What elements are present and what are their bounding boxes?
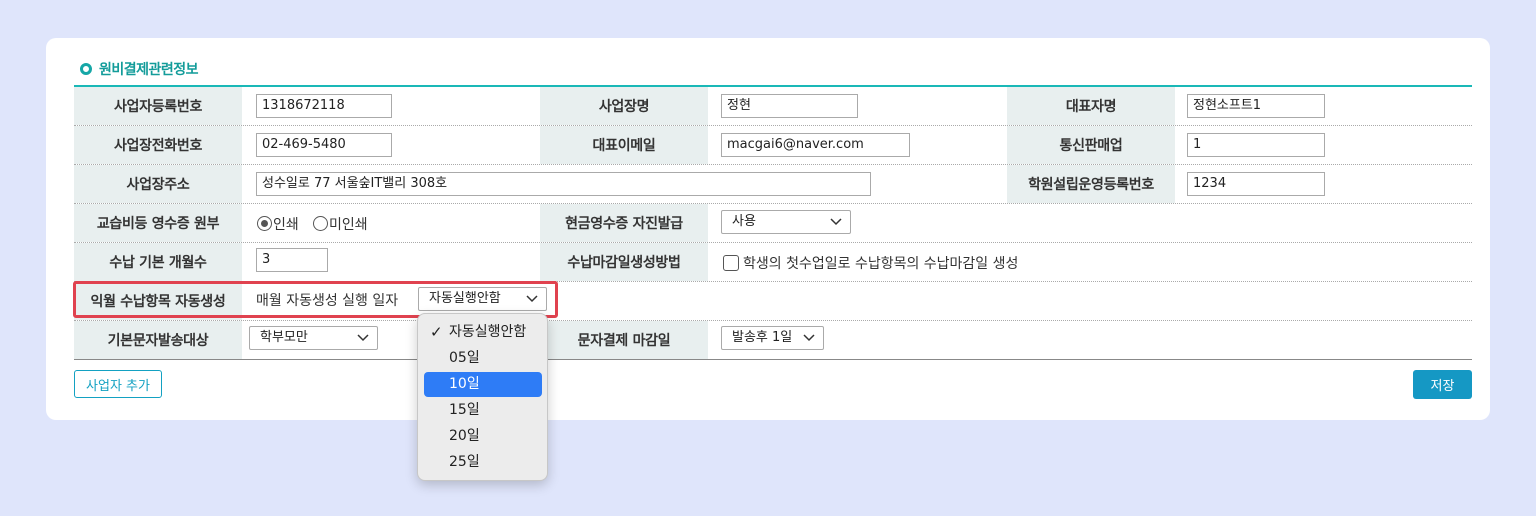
dropdown-option[interactable]: ✓ 자동실행안함	[424, 320, 542, 345]
sms-target-select-value: 학부모만	[260, 330, 308, 345]
section-header: 원비결제관련정보	[80, 59, 199, 79]
business-address-input[interactable]: 성수일로 77 서울숲IT밸리 308호	[256, 172, 871, 196]
academy-reg-no-input[interactable]: 1234	[1187, 172, 1325, 196]
sms-payment-due-select-value: 발송후 1일	[732, 330, 793, 345]
business-phone-input[interactable]: 02-469-5480	[256, 133, 392, 157]
dropdown-option-label: 10일	[449, 376, 480, 392]
chevron-down-icon	[830, 218, 842, 226]
table-row: 사업자등록번호 1318672118 사업장명 정현 대표자명 정현소프트1	[74, 87, 1472, 126]
default-months-input[interactable]: 3	[256, 248, 328, 272]
label-sms-payment-due: 문자결제 마감일	[540, 321, 708, 359]
radio-print-label: 인쇄	[273, 217, 299, 233]
label-due-date-method: 수납마감일생성방법	[540, 243, 708, 281]
business-name-input[interactable]: 정현	[721, 94, 858, 118]
bullet-icon	[80, 63, 92, 75]
label-default-sms-target: 기본문자발송대상	[74, 321, 242, 359]
due-date-method-checkbox[interactable]	[723, 255, 739, 271]
auto-generate-dropdown-menu: ✓ 자동실행안함 05일 10일 15일 20일 25일	[417, 313, 548, 481]
dropdown-option-label: 15일	[449, 402, 480, 418]
label-mail-order-business: 통신판매업	[1007, 126, 1175, 164]
cash-receipt-select-value: 사용	[732, 214, 756, 229]
save-button[interactable]: 저장	[1413, 370, 1472, 399]
business-reg-no-input[interactable]: 1318672118	[256, 94, 392, 118]
settings-card: 원비결제관련정보 사업자등록번호 1318672118 사업장명 정현 대표자명…	[46, 38, 1490, 420]
label-business-address: 사업장주소	[74, 165, 242, 203]
sms-payment-due-select[interactable]: 발송후 1일	[721, 326, 824, 350]
dropdown-option[interactable]: 05일	[424, 346, 542, 371]
section-title: 원비결제관련정보	[99, 62, 199, 78]
representative-email-input[interactable]: macgai6@naver.com	[721, 133, 910, 157]
dropdown-option[interactable]: 20일	[424, 424, 542, 449]
dropdown-option-label: 25일	[449, 454, 480, 470]
dropdown-option[interactable]: 15일	[424, 398, 542, 423]
label-academy-reg-no: 학원설립운영등록번호	[1007, 165, 1175, 203]
representative-input[interactable]: 정현소프트1	[1187, 94, 1325, 118]
add-business-button[interactable]: 사업자 추가	[74, 370, 162, 398]
dropdown-option-label: 05일	[449, 350, 480, 366]
radio-print[interactable]	[257, 216, 272, 231]
sms-target-select[interactable]: 학부모만	[249, 326, 378, 350]
table-row: 교습비등 영수증 원부 인쇄 미인쇄 현금영수증 자진발급 사용	[74, 204, 1472, 243]
table-row: 기본문자발송대상 학부모만 문자결제 마감일 발송후 1일	[74, 321, 1472, 360]
cash-receipt-select[interactable]: 사용	[721, 210, 851, 234]
dropdown-option[interactable]: 25일	[424, 450, 542, 475]
due-date-method-label: 학생의 첫수업일로 수납항목의 수납마감일 생성	[743, 256, 1019, 272]
dropdown-option-highlighted[interactable]: 10일	[424, 372, 542, 397]
radio-no-print[interactable]	[313, 216, 328, 231]
label-business-reg-no: 사업자등록번호	[74, 87, 242, 125]
label-receipt-ledger: 교습비등 영수증 원부	[74, 204, 242, 242]
checkmark-icon: ✓	[430, 323, 443, 341]
label-representative: 대표자명	[1007, 87, 1175, 125]
chevron-down-icon	[357, 334, 369, 342]
radio-no-print-label: 미인쇄	[329, 217, 368, 233]
label-cash-receipt: 현금영수증 자진발급	[540, 204, 708, 242]
mail-order-business-input[interactable]: 1	[1187, 133, 1325, 157]
dropdown-option-label: 자동실행안함	[449, 324, 527, 340]
label-default-months: 수납 기본 개월수	[74, 243, 242, 281]
table-row: 사업장전화번호 02-469-5480 대표이메일 macgai6@naver.…	[74, 126, 1472, 165]
table-row: 사업장주소 성수일로 77 서울숲IT밸리 308호 학원설립운영등록번호 12…	[74, 165, 1472, 204]
table-row: 수납 기본 개월수 3 수납마감일생성방법 학생의 첫수업일로 수납항목의 수납…	[74, 243, 1472, 282]
label-business-name: 사업장명	[540, 87, 708, 125]
dropdown-option-label: 20일	[449, 428, 480, 444]
chevron-down-icon	[803, 334, 815, 342]
label-representative-email: 대표이메일	[540, 126, 708, 164]
label-business-phone: 사업장전화번호	[74, 126, 242, 164]
